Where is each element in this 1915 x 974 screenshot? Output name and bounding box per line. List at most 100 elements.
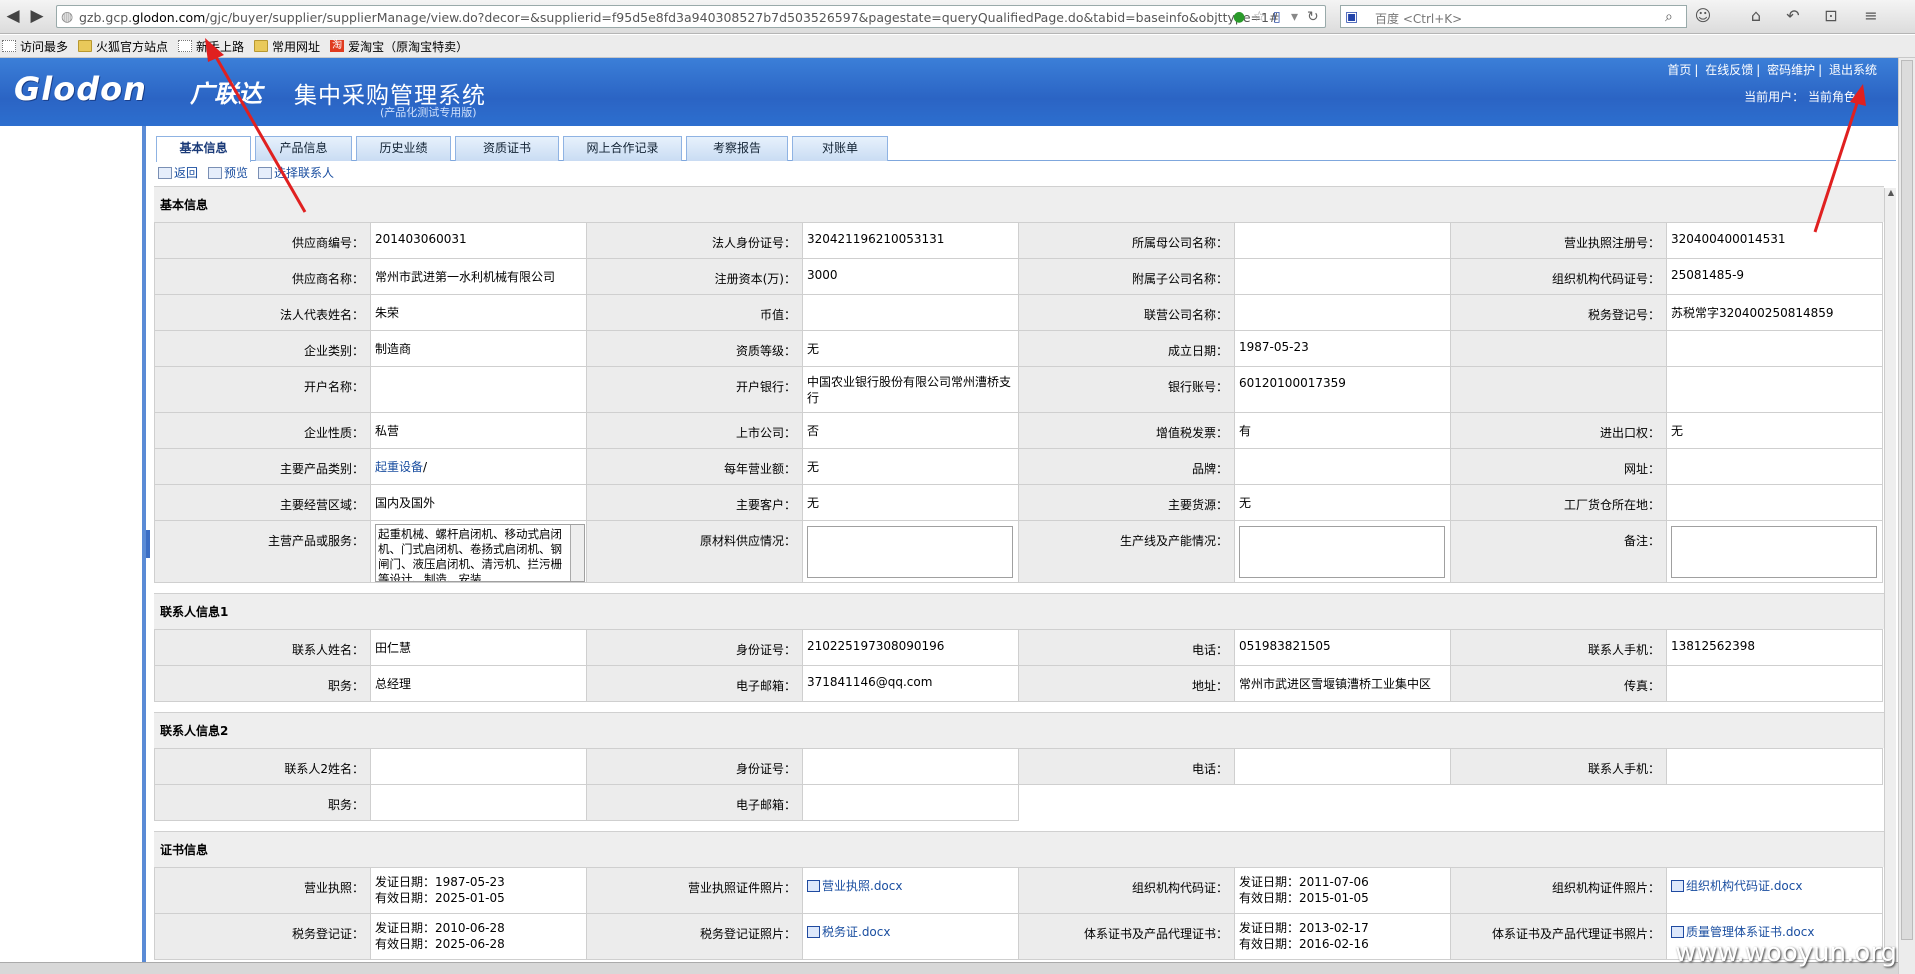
field-label: 体系证书及产品代理证书： (1018, 913, 1235, 960)
tab-bar: 基本信息 产品信息 历史业绩 资质证书 网上合作记录 考察报告 对账单 (156, 136, 1896, 162)
reload-icon[interactable]: ↻ (1307, 8, 1319, 26)
field-value: 1987-05-23 (1234, 330, 1451, 367)
field-value (802, 294, 1019, 331)
field-label: 企业性质： (154, 412, 371, 449)
link-password[interactable]: 密码维护 (1767, 63, 1815, 77)
product-category-link[interactable]: 起重设备 (375, 460, 423, 474)
table-row: 主要经营区域： 国内及国外 主要客户：无 主要货源：无 工厂货仓所在地： (154, 484, 1883, 521)
scroll-up-icon[interactable]: ▲ (1886, 188, 1896, 198)
issue-date: 发证日期：2010-06-28 (375, 921, 505, 935)
tab-online-records[interactable]: 网上合作记录 (563, 136, 682, 161)
url-bar[interactable]: ◍ gzb.gcp.glodon.com/gjc/buyer/supplier/… (56, 5, 1326, 28)
field-label: 营业执照注册号： (1450, 222, 1667, 259)
tab-inspection-report[interactable]: 考察报告 (686, 136, 788, 161)
org-code-file-link[interactable]: 组织机构代码证.docx (1686, 879, 1802, 893)
textarea-scrollbar[interactable] (570, 525, 584, 581)
field-label: 地址： (1018, 665, 1235, 702)
raw-material-textarea[interactable] (807, 526, 1013, 578)
field-value: 私营 (370, 412, 587, 449)
back-icon[interactable]: ◀ (2, 5, 24, 27)
main-service-textarea[interactable]: 起重机械、螺杆启闭机、移动式启闭机、门式启闭机、卷扬式启闭机、钢闸门、液压启闭机… (375, 524, 585, 582)
home-icon[interactable]: ⌂ (1745, 6, 1767, 25)
undo-icon[interactable]: ↶ (1782, 6, 1804, 25)
table-row: 主营产品或服务： 起重机械、螺杆启闭机、移动式启闭机、门式启闭机、卷扬式启闭机、… (154, 520, 1883, 583)
main-content: 基本信息 产品信息 历史业绩 资质证书 网上合作记录 考察报告 对账单 返回 预… (150, 126, 1898, 974)
expiry-date: 有效日期：2016-02-16 (1239, 937, 1369, 951)
tab-product-info[interactable]: 产品信息 (255, 136, 352, 161)
field-label: 银行账号： (1018, 366, 1235, 413)
field-label: 开户名称： (154, 366, 371, 413)
table-row: 法人代表姓名： 朱荣 币值： 联营公司名称： 税务登记号： 苏税常字32040025… (154, 294, 1883, 331)
field-value (1666, 484, 1883, 521)
url-text: gzb.gcp.glodon.com/gjc/buyer/supplier/su… (79, 10, 1279, 25)
go-icon[interactable]: ● (1233, 8, 1245, 26)
back-button[interactable]: 返回 (158, 164, 198, 184)
production-line-textarea[interactable] (1239, 526, 1445, 578)
field-value: 210225197308090196 (802, 629, 1019, 666)
field-label: 电子邮箱： (586, 784, 803, 821)
browser-toolbar: ◀ ▶ ◍ gzb.gcp.glodon.com/gjc/buyer/suppl… (0, 0, 1915, 34)
field-value: 起重设备/ (370, 448, 587, 485)
quality-cert-file-link[interactable]: 质量管理体系证书.docx (1686, 925, 1814, 939)
search-icon[interactable]: ⌕ (1665, 8, 1673, 26)
page-icon (178, 40, 193, 52)
star-icon[interactable]: ☆ (1253, 8, 1266, 26)
remarks-textarea[interactable] (1671, 526, 1877, 578)
field-value: 发证日期：1987-05-23 有效日期：2025-01-05 (370, 867, 587, 914)
field-label: 备注： (1450, 520, 1667, 583)
scrollbar-thumb[interactable] (1901, 60, 1913, 940)
cert-table: 营业执照： 发证日期：1987-05-23 有效日期：2025-01-05 营业执… (154, 867, 1883, 960)
mobile-icon[interactable]: ▯ (1273, 8, 1281, 26)
crop-icon[interactable]: ⊡ (1820, 6, 1842, 25)
dropdown-icon[interactable]: ▾ (1291, 8, 1298, 26)
taobao-icon: 淘 (330, 40, 345, 52)
field-label: 成立日期： (1018, 330, 1235, 367)
search-bar[interactable]: ▣ 百度 <Ctrl+K> ⌕ (1340, 5, 1687, 28)
field-value: 否 (802, 412, 1019, 449)
forward-icon[interactable]: ▶ (26, 5, 48, 27)
table-row: 营业执照： 发证日期：1987-05-23 有效日期：2025-01-05 营业执… (154, 867, 1883, 914)
tab-history[interactable]: 历史业绩 (356, 136, 451, 161)
field-value (1666, 748, 1883, 785)
search-input[interactable]: 百度 <Ctrl+K> (1375, 10, 1462, 27)
field-value: 3000 (802, 258, 1019, 295)
select-contact-button[interactable]: 选择联系人 (258, 164, 334, 184)
field-value (1234, 258, 1451, 295)
link-feedback[interactable]: 在线反馈 (1705, 63, 1753, 77)
tab-statement[interactable]: 对账单 (792, 136, 888, 161)
field-value: 中国农业银行股份有限公司常州漕桥支行 (802, 366, 1019, 413)
field-label: 工厂货仓所在地： (1450, 484, 1667, 521)
field-value: 国内及国外 (370, 484, 587, 521)
field-value: 无 (802, 448, 1019, 485)
bookmark-firefox-site[interactable]: 火狐官方站点 (78, 38, 168, 55)
section-contact1: 联系人信息1 (154, 593, 1884, 629)
preview-button[interactable]: 预览 (208, 164, 248, 184)
bookmark-common-sites[interactable]: 常用网址 (254, 38, 320, 55)
bookmark-getting-started[interactable]: 新手上路 (178, 38, 244, 55)
bookmark-taobao[interactable]: 淘爱淘宝（原淘宝特卖） (330, 38, 468, 55)
field-label: 职务： (154, 784, 371, 821)
field-label: 税务登记证： (154, 913, 371, 960)
field-label: 电子邮箱： (586, 665, 803, 702)
business-license-file-link[interactable]: 营业执照.docx (822, 879, 902, 893)
link-home[interactable]: 首页 (1667, 63, 1691, 77)
tax-cert-file-link[interactable]: 税务证.docx (822, 925, 890, 939)
field-label: 联系人手机： (1450, 748, 1667, 785)
field-value (1234, 520, 1451, 583)
field-value: 无 (802, 330, 1019, 367)
field-label: 进出口权： (1450, 412, 1667, 449)
bookmark-most-visited[interactable]: 访问最多 (2, 38, 68, 55)
field-value (370, 748, 587, 785)
document-icon (807, 926, 820, 938)
tab-basic-info[interactable]: 基本信息 (156, 136, 251, 162)
field-label: 供应商名称： (154, 258, 371, 295)
tab-certificates[interactable]: 资质证书 (455, 136, 559, 161)
field-value: 25081485-9 (1666, 258, 1883, 295)
field-value: 田仁慧 (370, 629, 587, 666)
menu-icon[interactable]: ≡ (1860, 6, 1882, 25)
link-logout[interactable]: 退出系统 (1829, 63, 1877, 77)
content-scrollbar[interactable]: ▲ (1884, 188, 1896, 974)
page-scrollbar[interactable] (1898, 58, 1915, 974)
addon-icon[interactable]: ☺ (1692, 6, 1714, 25)
document-icon (807, 880, 820, 892)
